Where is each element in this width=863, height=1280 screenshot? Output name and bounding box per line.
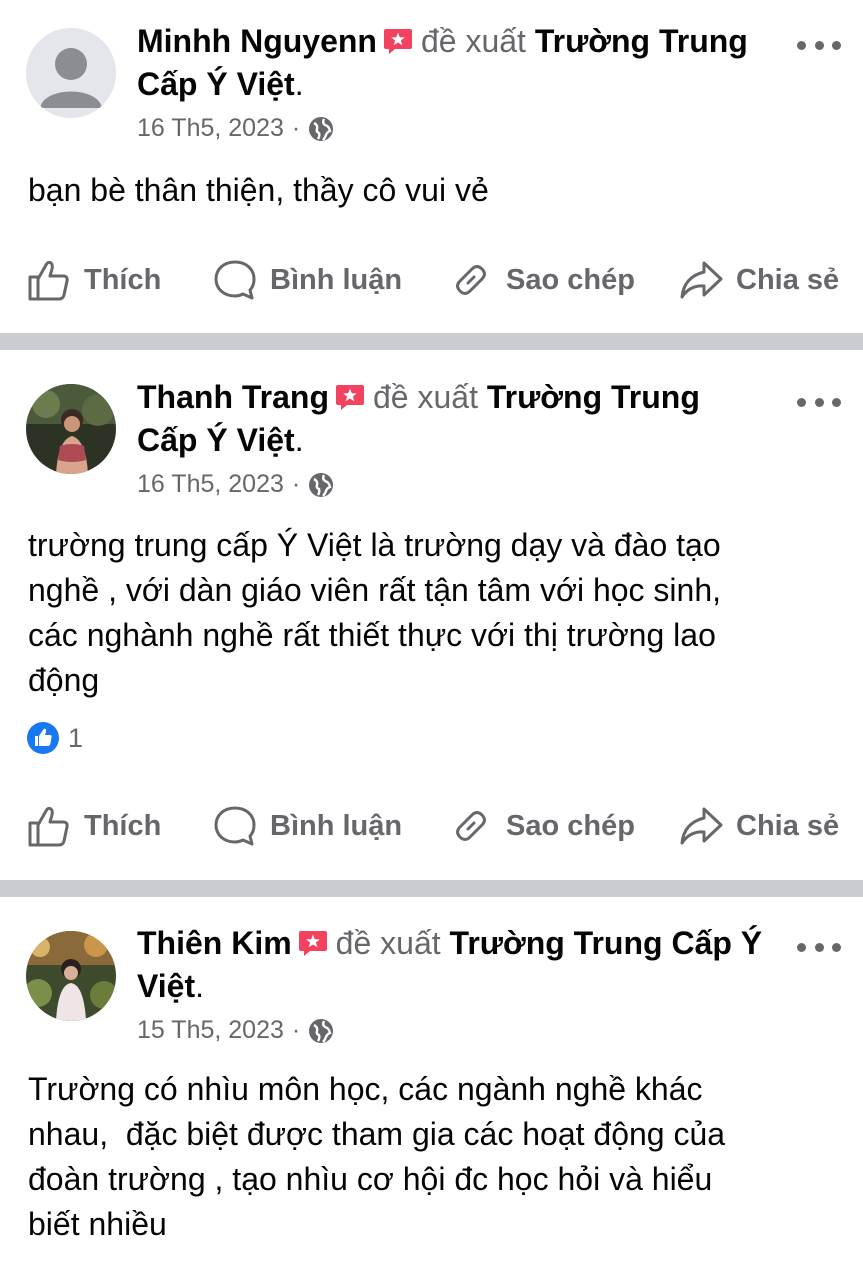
post-header: Thiên Kim đề xuất Trường Trung Cấp Ý Việt… [137,925,763,1004]
like-label: Thích [84,809,162,842]
share-label: Chia sẻ [736,263,840,296]
comment-label: Bình luận [270,263,403,296]
avatar[interactable] [26,384,116,474]
copy-label: Sao chép [506,809,635,842]
feed-divider [0,880,863,897]
share-label: Chia sẻ [736,809,840,842]
author-name[interactable]: Thanh Trang [137,379,329,415]
like-button[interactable]: Thích [26,796,161,856]
more-options-button[interactable] [797,937,841,957]
comment-label: Bình luận [270,809,403,842]
link-icon [456,265,486,295]
link-icon [456,811,486,841]
more-options-button[interactable] [797,35,841,55]
recommend-verb: đề xuất [373,379,478,415]
avatar[interactable] [26,28,116,118]
default-avatar-icon [26,28,116,118]
post-card: Minhh Nguyenn đề xuất Trường Trung Cấp Ý … [0,0,863,333]
share-icon [680,261,723,299]
share-button[interactable]: Chia sẻ [678,250,839,310]
profile-photo-icon [26,384,116,474]
thumbs-up-icon [28,260,69,301]
author-name[interactable]: Thiên Kim [137,925,292,961]
recommend-icon [298,929,328,957]
reaction-summary[interactable]: 1 [26,721,83,755]
reaction-count: 1 [68,722,84,753]
copy-link-button[interactable]: Sao chép [448,796,635,856]
copy-label: Sao chép [506,263,635,296]
post-date[interactable]: 16 Th5, 2023 [137,114,284,143]
post-text: Trường có nhìu môn học, các ngành nghề k… [28,1071,726,1242]
like-button[interactable]: Thích [26,250,161,310]
comment-button[interactable]: Bình luận [212,796,402,856]
post-date[interactable]: 15 Th5, 2023 [137,1016,284,1045]
copy-link-button[interactable]: Sao chép [448,250,635,310]
post-meta: 15 Th5, 2023 · [137,1016,334,1045]
profile-photo-icon [26,931,116,1021]
globe-icon [309,472,334,497]
comment-icon [214,806,256,846]
share-button[interactable]: Chia sẻ [678,796,839,856]
globe-icon [309,1018,334,1043]
recommend-icon [335,383,365,411]
action-bar: Thích Bình luận Sao chép Chia sẻ [0,250,863,310]
recommend-verb: đề xuất [335,925,441,961]
like-reaction-icon [27,722,59,754]
thumbs-up-icon [28,806,69,847]
recommend-verb: đề xuất [420,23,526,59]
post-card: Thanh Trang đề xuất Trường Trung Cấp Ý Vi… [0,350,863,880]
post-meta: 16 Th5, 2023 · [137,470,334,499]
post-header: Minhh Nguyenn đề xuất Trường Trung Cấp Ý … [137,23,748,102]
feed-divider [0,333,863,350]
like-label: Thích [84,263,162,296]
action-bar: Thích Bình luận Sao chép Chia sẻ [0,796,863,856]
globe-icon [309,116,334,141]
avatar[interactable] [26,931,116,1021]
post-text: trường trung cấp Ý Việt là trường dạy và… [28,527,722,698]
post-meta: 16 Th5, 2023 · [137,114,334,143]
post-card: Thiên Kim đề xuất Trường Trung Cấp Ý Việt… [0,897,863,1280]
recommend-icon [383,27,413,55]
comment-icon [214,260,256,300]
share-icon [680,807,723,845]
more-options-button[interactable] [797,392,841,412]
post-text: bạn bè thân thiện, thầy cô vui vẻ [28,172,489,208]
post-date[interactable]: 16 Th5, 2023 [137,470,284,499]
author-name[interactable]: Minhh Nguyenn [137,23,377,59]
post-header: Thanh Trang đề xuất Trường Trung Cấp Ý Vi… [137,379,700,458]
comment-button[interactable]: Bình luận [212,250,402,310]
